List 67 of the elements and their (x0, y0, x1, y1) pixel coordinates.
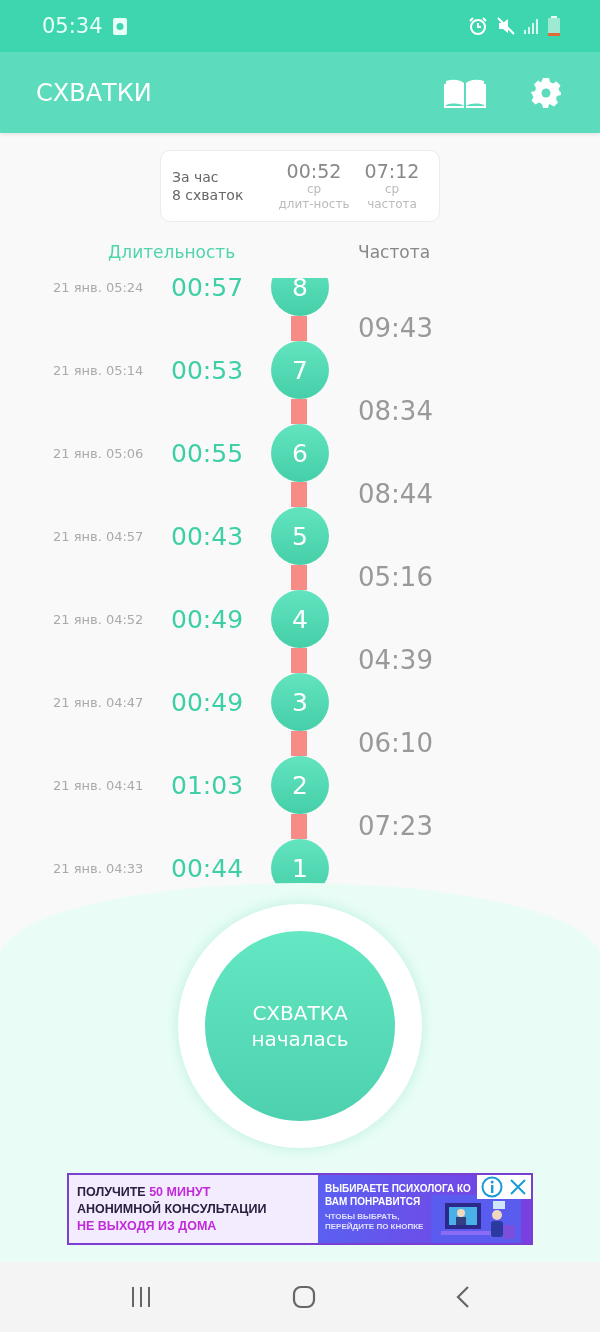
alarm-icon (468, 16, 488, 36)
contraction-duration: 00:53 (171, 355, 245, 385)
stat-caption: ср (306, 182, 322, 197)
contraction-interval: 07:23 (358, 814, 433, 839)
contraction-number: 2 (271, 756, 329, 814)
contraction-number: 4 (271, 590, 329, 648)
ad-headline: ПОЛУЧИТЕ 50 МИНУТ (77, 1183, 212, 1201)
contraction-number: 7 (271, 341, 329, 399)
stat-caption: частота (367, 197, 417, 212)
home-icon[interactable] (292, 1285, 316, 1309)
status-time: 05:34 (42, 14, 103, 38)
contraction-date: 21 янв. 05:24 (53, 279, 145, 295)
contraction-number: 6 (271, 424, 329, 482)
contraction-duration: 00:43 (171, 521, 245, 551)
summary-count: 8 схваток (172, 187, 245, 203)
contraction-interval: 05:16 (358, 565, 433, 590)
signal-icon (524, 18, 540, 34)
contraction-interval: 06:10 (358, 731, 433, 756)
connector (291, 316, 307, 341)
screenshot-icon (112, 17, 127, 35)
contraction-date: 21 янв. 04:41 (53, 777, 145, 793)
contraction-date: 21 янв. 04:57 (53, 528, 145, 544)
back-icon[interactable] (456, 1285, 470, 1309)
stat-value: 07:12 (364, 160, 420, 182)
ad-title: ВЫБИРАЕТЕ ПСИХОЛОГА КО (325, 1182, 471, 1195)
connector (291, 814, 307, 839)
column-header: Частота (358, 242, 431, 262)
contraction-interval: 08:44 (358, 482, 433, 507)
ad-title: ВАМ ПОНРАВИТСЯ (325, 1195, 421, 1208)
contraction-date: 21 янв. 05:14 (53, 362, 145, 378)
ad-note: ЧТОБЫ ВЫБРАТЬ, (325, 1212, 400, 1222)
stat-value: 00:52 (286, 160, 342, 182)
contraction-duration: 00:44 (171, 853, 245, 883)
contraction-number: 3 (271, 673, 329, 731)
connector (291, 399, 307, 424)
contraction-interval: 04:39 (358, 648, 433, 673)
app-title: СХВАТКИ (36, 78, 152, 107)
close-icon[interactable] (509, 1178, 527, 1196)
connector (291, 648, 307, 673)
stat-caption: ср (384, 182, 400, 197)
contraction-interval: 09:43 (358, 316, 433, 341)
recent-apps-icon[interactable] (130, 1286, 152, 1308)
contraction-date: 21 янв. 04:47 (53, 694, 145, 710)
contraction-date: 21 янв. 04:52 (53, 611, 145, 627)
ad-note: ПЕРЕЙДИТЕ ПО КНОПКЕ (325, 1222, 424, 1232)
contraction-interval: 08:34 (358, 399, 433, 424)
contraction-date: 21 янв. 04:33 (53, 860, 145, 876)
ad-headline: НЕ ВЫХОДЯ ИЗ ДОМА (77, 1217, 218, 1235)
connector (291, 482, 307, 507)
battery-icon (548, 16, 560, 36)
column-header: Длительность (108, 242, 237, 262)
contraction-duration: 00:49 (171, 604, 245, 634)
mute-icon (496, 16, 516, 36)
contraction-date: 21 янв. 05:06 (53, 445, 145, 461)
contraction-duration: 00:49 (171, 687, 245, 717)
book-icon[interactable] (444, 77, 486, 108)
summary-period: За час (172, 169, 220, 185)
connector (291, 565, 307, 590)
info-icon[interactable] (481, 1176, 503, 1198)
contraction-duration: 00:55 (171, 438, 245, 468)
contraction-number: 5 (271, 507, 329, 565)
stat-caption: длит-ность (278, 197, 350, 212)
ad-banner[interactable]: ПОЛУЧИТЕ 50 МИНУТ АНОНИМНОЙ КОНСУЛЬТАЦИИ НЕ ВЫХОДЯ ИЗ ДОМА ВЫБИРАЕТЕ ПСИХОЛОГА КО ВАМ ПОНРАВИТСЯ ЧТОБЫ ВЫБРАТЬ, ПЕРЕЙДИТЕ ПО КНОПКЕ (67, 1173, 533, 1245)
connector (291, 731, 307, 756)
settings-icon[interactable] (530, 76, 562, 109)
contraction-duration: 01:03 (171, 770, 245, 800)
ad-headline: АНОНИМНОЙ КОНСУЛЬТАЦИИ (77, 1200, 268, 1218)
